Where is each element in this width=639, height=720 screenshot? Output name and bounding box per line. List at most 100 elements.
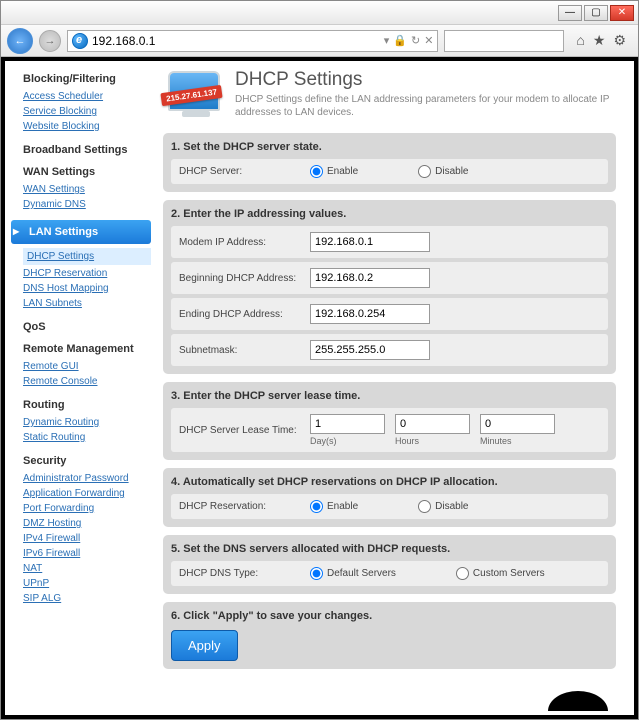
input-modem-ip[interactable] [310, 232, 430, 252]
sidebar-heading-wan: WAN Settings [23, 166, 147, 178]
radio-dhcp-enable-input[interactable] [310, 165, 323, 178]
toolbar-icons: ⌂ ★ ⚙ [570, 32, 632, 49]
row-dns-type: DHCP DNS Type: Default Servers Custom Se… [171, 561, 608, 586]
sidebar-link-app-forwarding[interactable]: Application Forwarding [23, 486, 147, 501]
window-titlebar: — ▢ ✕ [1, 1, 638, 25]
minimize-button[interactable]: — [558, 5, 582, 21]
modem-logo: 215.27.61.137 [163, 69, 225, 125]
input-lease-days[interactable] [310, 414, 385, 434]
radio-dhcp-enable-label: Enable [327, 166, 358, 177]
label-dhcp-server: DHCP Server: [179, 166, 304, 177]
sidebar-link-ipv4-firewall[interactable]: IPv4 Firewall [23, 531, 147, 546]
radio-dhcp-disable-label: Disable [435, 166, 468, 177]
address-bar[interactable]: ▾ 🔒 ↻ ✕ [67, 30, 438, 52]
back-button[interactable]: ← [7, 28, 33, 54]
lease-hours-col: Hours [395, 414, 470, 446]
refresh-icon[interactable]: ↻ [411, 34, 420, 47]
dropdown-icon[interactable]: ▾ [384, 34, 390, 47]
stop-icon[interactable]: ✕ [424, 34, 433, 47]
page-header: 215.27.61.137 DHCP Settings DHCP Setting… [163, 69, 616, 125]
sidebar-link-website-blocking[interactable]: Website Blocking [23, 119, 147, 134]
sidebar-link-access-scheduler[interactable]: Access Scheduler [23, 89, 147, 104]
sidebar-heading-lan-active[interactable]: LAN Settings [11, 220, 151, 244]
section-4-title: 4. Automatically set DHCP reservations o… [171, 476, 608, 488]
sidebar-link-dmz-hosting[interactable]: DMZ Hosting [23, 516, 147, 531]
input-lease-mins[interactable] [480, 414, 555, 434]
input-begin-dhcp[interactable] [310, 268, 430, 288]
radio-dns-default-input[interactable] [310, 567, 323, 580]
label-end-dhcp: Ending DHCP Address: [179, 309, 304, 320]
search-bar[interactable] [444, 30, 564, 52]
favorites-icon[interactable]: ★ [593, 32, 606, 49]
radio-dhcp-disable-input[interactable] [418, 165, 431, 178]
radio-dns-default[interactable]: Default Servers [310, 567, 396, 580]
radio-res-enable[interactable]: Enable [310, 500, 358, 513]
sidebar-link-service-blocking[interactable]: Service Blocking [23, 104, 147, 119]
apply-button[interactable]: Apply [171, 630, 238, 661]
radio-group-reservation: Enable Disable [310, 500, 600, 513]
row-begin-dhcp: Beginning DHCP Address: [171, 262, 608, 294]
label-modem-ip: Modem IP Address: [179, 237, 304, 248]
sidebar-link-dynamic-dns[interactable]: Dynamic DNS [23, 197, 147, 212]
section-ip-values: 2. Enter the IP addressing values. Modem… [163, 200, 616, 374]
content-frame: Blocking/Filtering Access Scheduler Serv… [1, 57, 638, 719]
lease-inputs: Day(s) Hours Minutes [310, 414, 600, 446]
sidebar-link-wan-settings[interactable]: WAN Settings [23, 182, 147, 197]
input-end-dhcp[interactable] [310, 304, 430, 324]
row-end-dhcp: Ending DHCP Address: [171, 298, 608, 330]
sidebar-link-lan-subnets[interactable]: LAN Subnets [23, 296, 147, 311]
radio-res-disable[interactable]: Disable [418, 500, 468, 513]
label-days: Day(s) [310, 436, 385, 446]
forward-button[interactable]: → [39, 30, 61, 52]
sidebar-link-dynamic-routing[interactable]: Dynamic Routing [23, 415, 147, 430]
page-title-block: DHCP Settings DHCP Settings define the L… [235, 69, 616, 125]
sidebar-heading-lan-label: LAN Settings [29, 226, 98, 238]
browser-window: — ▢ ✕ ← → ▾ 🔒 ↻ ✕ ⌂ ★ ⚙ Blocking/Filteri… [0, 0, 639, 720]
row-lease-time: DHCP Server Lease Time: Day(s) Hours [171, 408, 608, 452]
sidebar-link-dhcp-settings-active[interactable]: DHCP Settings [23, 248, 151, 265]
radio-dhcp-enable[interactable]: Enable [310, 165, 358, 178]
page-content: Blocking/Filtering Access Scheduler Serv… [5, 61, 634, 715]
close-button[interactable]: ✕ [610, 5, 634, 21]
input-subnet[interactable] [310, 340, 430, 360]
tools-icon[interactable]: ⚙ [613, 32, 626, 49]
sidebar-link-dhcp-reservation[interactable]: DHCP Reservation [23, 266, 147, 281]
section-dhcp-reservation: 4. Automatically set DHCP reservations o… [163, 468, 616, 527]
radio-dns-custom-input[interactable] [456, 567, 469, 580]
sidebar-link-static-routing[interactable]: Static Routing [23, 430, 147, 445]
sidebar-link-admin-password[interactable]: Administrator Password [23, 471, 147, 486]
sidebar-link-sip-alg[interactable]: SIP ALG [23, 591, 147, 606]
section-apply: 6. Click "Apply" to save your changes. A… [163, 602, 616, 669]
sidebar-link-nat[interactable]: NAT [23, 561, 147, 576]
radio-res-enable-label: Enable [327, 501, 358, 512]
lock-icon[interactable]: 🔒 [393, 34, 407, 47]
sidebar-link-remote-gui[interactable]: Remote GUI [23, 359, 147, 374]
label-mins: Minutes [480, 436, 555, 446]
label-dns-type: DHCP DNS Type: [179, 568, 304, 579]
radio-group-dhcp-server: Enable Disable [310, 165, 600, 178]
radio-dns-custom[interactable]: Custom Servers [456, 567, 545, 580]
home-icon[interactable]: ⌂ [576, 32, 584, 49]
section-lease-time: 3. Enter the DHCP server lease time. DHC… [163, 382, 616, 460]
sidebar-link-ipv6-firewall[interactable]: IPv6 Firewall [23, 546, 147, 561]
radio-dns-default-label: Default Servers [327, 568, 396, 579]
sidebar-link-port-forwarding[interactable]: Port Forwarding [23, 501, 147, 516]
radio-dns-custom-label: Custom Servers [473, 568, 545, 579]
maximize-button[interactable]: ▢ [584, 5, 608, 21]
sidebar-link-dns-host-mapping[interactable]: DNS Host Mapping [23, 281, 147, 296]
radio-dhcp-disable[interactable]: Disable [418, 165, 468, 178]
sidebar-heading-security: Security [23, 455, 147, 467]
row-modem-ip: Modem IP Address: [171, 226, 608, 258]
radio-res-enable-input[interactable] [310, 500, 323, 513]
section-5-title: 5. Set the DNS servers allocated with DH… [171, 543, 608, 555]
sidebar-link-remote-console[interactable]: Remote Console [23, 374, 147, 389]
url-controls: ▾ 🔒 ↻ ✕ [384, 34, 434, 47]
url-input[interactable] [92, 34, 380, 48]
lease-mins-col: Minutes [480, 414, 555, 446]
radio-res-disable-input[interactable] [418, 500, 431, 513]
sidebar-heading-remote: Remote Management [23, 343, 147, 355]
input-lease-hours[interactable] [395, 414, 470, 434]
label-begin-dhcp: Beginning DHCP Address: [179, 273, 304, 284]
sidebar-link-upnp[interactable]: UPnP [23, 576, 147, 591]
radio-group-dns: Default Servers Custom Servers [310, 567, 600, 580]
